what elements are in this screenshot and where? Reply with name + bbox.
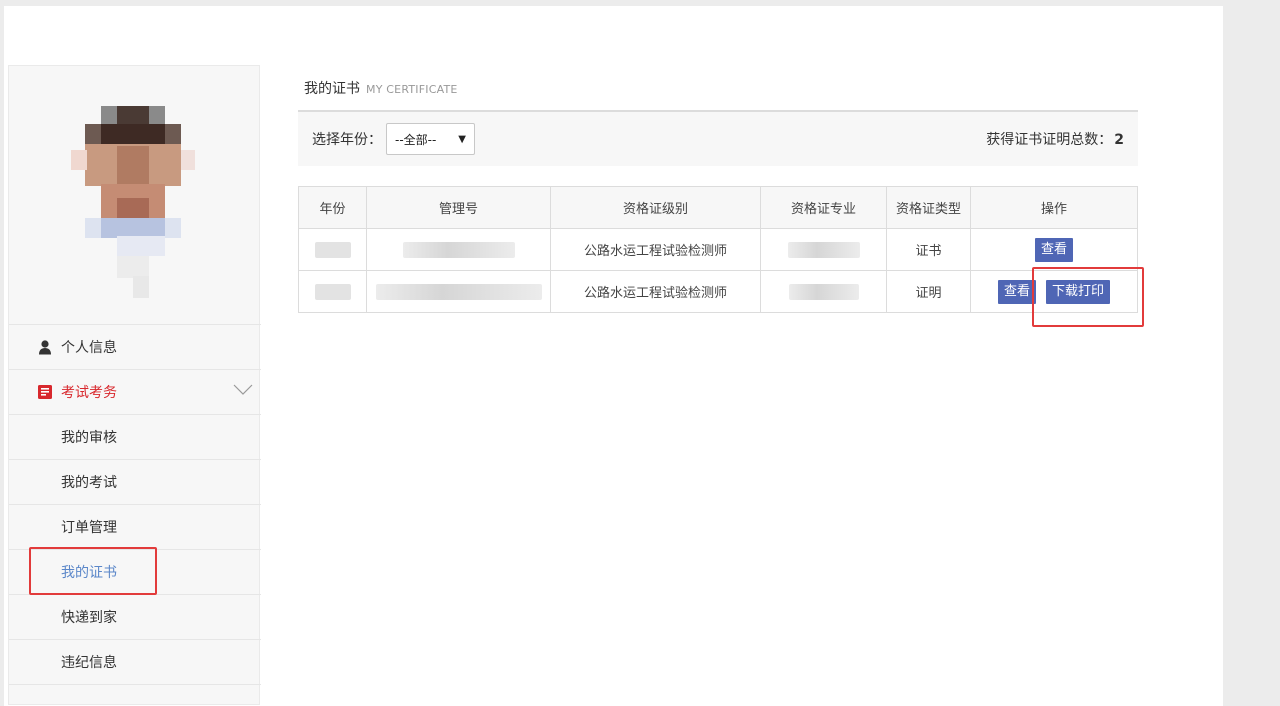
redacted-value bbox=[402, 241, 515, 258]
cell-year bbox=[298, 228, 367, 271]
sidebar-item-label: 订单管理 bbox=[61, 520, 117, 536]
redacted-value bbox=[787, 241, 860, 258]
sidebar-item-my-exam[interactable]: 我的考试 bbox=[9, 459, 261, 504]
certificate-total: 获得证书证明总数： 2 bbox=[986, 129, 1124, 149]
sidebar-item-more[interactable] bbox=[9, 684, 261, 706]
cell-major bbox=[760, 270, 887, 313]
chevron-down-icon[interactable] bbox=[233, 384, 253, 396]
redacted-value bbox=[788, 283, 859, 300]
sidebar-item-label: 我的审核 bbox=[61, 430, 117, 446]
year-filter-label: 选择年份： bbox=[312, 132, 382, 148]
view-button[interactable]: 查看 bbox=[997, 279, 1036, 304]
page-title-en: MY CERTIFICATE bbox=[366, 83, 458, 96]
table-row: 公路水运工程试验检测师 证书 查看 bbox=[298, 228, 1138, 271]
year-select[interactable]: --全部-- ▼ bbox=[386, 123, 475, 155]
total-label: 获得证书证明总数： bbox=[986, 132, 1113, 148]
cell-level: 公路水运工程试验检测师 bbox=[550, 270, 761, 313]
main-content: 我的证书 MY CERTIFICATE 选择年份： --全部-- ▼ 获得证书证… bbox=[298, 72, 1138, 313]
sidebar-item-express-delivery[interactable]: 快递到家 bbox=[9, 594, 261, 639]
avatar bbox=[71, 106, 195, 298]
sidebar: 个人信息 考试考务 我的审核 我的考试 订单管理 我的证书 快递到家 违纪信息 bbox=[8, 65, 261, 706]
dropdown-arrow-icon: ▼ bbox=[458, 133, 466, 145]
sidebar-item-violation-info[interactable]: 违纪信息 bbox=[9, 639, 261, 684]
scrollbar-area bbox=[1223, 0, 1280, 706]
redacted-value bbox=[375, 283, 542, 300]
sidebar-item-order-management[interactable]: 订单管理 bbox=[9, 504, 261, 549]
table-header-row: 年份 管理号 资格证级别 资格证专业 资格证类型 操作 bbox=[298, 186, 1138, 229]
page-title: 我的证书 MY CERTIFICATE bbox=[298, 72, 1138, 104]
column-header: 资格证专业 bbox=[760, 186, 887, 229]
view-button[interactable]: 查看 bbox=[1034, 237, 1073, 262]
sidebar-item-label: 个人信息 bbox=[61, 340, 117, 356]
sidebar-item-exam-affairs[interactable]: 考试考务 bbox=[9, 369, 261, 414]
sidebar-item-label: 违纪信息 bbox=[61, 655, 117, 671]
cell-year bbox=[298, 270, 367, 313]
column-header: 操作 bbox=[970, 186, 1138, 229]
total-count: 2 bbox=[1114, 132, 1124, 148]
sidebar-item-personal-info[interactable]: 个人信息 bbox=[9, 324, 261, 369]
cell-type: 证明 bbox=[886, 270, 971, 313]
column-header: 年份 bbox=[298, 186, 367, 229]
cell-management-no bbox=[366, 270, 551, 313]
redacted-value bbox=[314, 241, 351, 258]
page-title-cn: 我的证书 bbox=[304, 81, 360, 97]
cell-major bbox=[760, 228, 887, 271]
sidebar-item-label: 考试考务 bbox=[61, 385, 117, 401]
cell-actions: 查看 bbox=[970, 228, 1138, 271]
certificate-table: 年份 管理号 资格证级别 资格证专业 资格证类型 操作 公路水运工程试验检测师 … bbox=[298, 186, 1138, 313]
sidebar-item-label: 快递到家 bbox=[61, 610, 117, 626]
filter-bar: 选择年份： --全部-- ▼ 获得证书证明总数： 2 bbox=[298, 110, 1138, 166]
column-header: 管理号 bbox=[366, 186, 551, 229]
year-select-value: --全部-- bbox=[395, 132, 437, 147]
sidebar-item-my-review[interactable]: 我的审核 bbox=[9, 414, 261, 459]
redacted-value bbox=[314, 283, 351, 300]
person-icon bbox=[37, 339, 53, 355]
table-row: 公路水运工程试验检测师 证明 查看 下载打印 bbox=[298, 270, 1138, 313]
highlight-box-sidebar bbox=[29, 547, 157, 595]
highlight-box-download bbox=[1032, 267, 1144, 327]
exam-icon bbox=[37, 384, 53, 400]
column-header: 资格证级别 bbox=[550, 186, 761, 229]
cell-type: 证书 bbox=[886, 228, 971, 271]
column-header: 资格证类型 bbox=[886, 186, 971, 229]
cell-level: 公路水运工程试验检测师 bbox=[550, 228, 761, 271]
cell-management-no bbox=[366, 228, 551, 271]
sidebar-item-label: 我的考试 bbox=[61, 475, 117, 491]
sidebar-menu: 个人信息 考试考务 我的审核 我的考试 订单管理 我的证书 快递到家 违纪信息 bbox=[9, 324, 261, 706]
